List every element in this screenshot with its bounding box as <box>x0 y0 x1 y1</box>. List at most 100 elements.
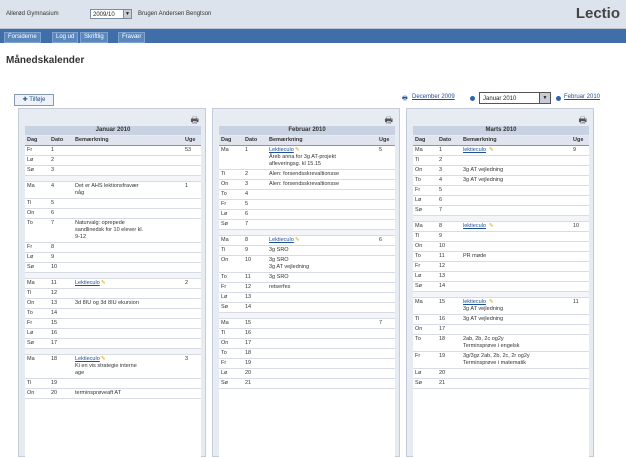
day-cell: Ma <box>415 223 423 229</box>
date-cell: 16 <box>51 330 58 336</box>
note-cell: 3g SRO <box>269 247 289 253</box>
table-row: To 18 2ab, 2b, 2c og2y Terminsprøve i enge… <box>413 335 589 352</box>
date-cell: 20 <box>245 370 252 376</box>
table-header: Dag Dato Bemærkning Uge <box>25 136 201 146</box>
table-row: Lø 16 <box>25 329 201 339</box>
date-cell: 15 <box>439 299 446 305</box>
day-cell: Lø <box>221 370 228 376</box>
date-cell: 19 <box>439 353 446 359</box>
lectio-link[interactable]: lektieculo <box>463 223 486 229</box>
table-row: Fr 19 <box>219 359 395 369</box>
brand-logo: Lectio <box>575 5 620 22</box>
table-row: Lø 6 <box>413 196 589 206</box>
note-icon[interactable]: ✎ <box>489 299 494 305</box>
date-cell: 12 <box>439 263 446 269</box>
table-row: Ma 8 Lektieculo ✎ 6 <box>219 236 395 246</box>
date-cell: 11 <box>245 274 251 280</box>
date-cell: 13 <box>51 300 58 306</box>
table-row: Fr 8 <box>25 243 201 253</box>
column-header-dag: Dag <box>27 137 38 143</box>
lectio-link[interactable]: Lektieculo <box>269 147 294 153</box>
day-cell: Ti <box>27 200 32 206</box>
date-cell: 6 <box>51 210 55 216</box>
day-cell: To <box>221 274 227 280</box>
note-icon[interactable]: ✎ <box>489 223 494 229</box>
date-cell: 10 <box>245 257 252 263</box>
column-header-uge: Uge <box>573 137 584 143</box>
lectio-link[interactable]: lektieculo <box>463 299 486 305</box>
note-icon[interactable]: ✎ <box>101 280 106 286</box>
column-header-uge: Uge <box>185 137 196 143</box>
chevron-down-icon[interactable]: ▼ <box>123 9 132 19</box>
table-row: Sø 10 <box>25 263 201 273</box>
tab-skriftlig[interactable]: Skriftlig <box>80 32 108 43</box>
table-row: Lø 6 <box>219 210 395 220</box>
date-cell: 17 <box>51 340 58 346</box>
table-header: Dag Dato Bemærkning Uge <box>413 136 589 146</box>
prev-month-link[interactable]: December 2009 <box>412 94 455 100</box>
date-cell: 13 <box>245 294 252 300</box>
printer-icon[interactable]: 🖶 <box>402 94 408 104</box>
school-label: Allerød Gymnasium <box>6 11 59 17</box>
next-month-link[interactable]: Februar 2010 <box>564 94 600 100</box>
table-row: Sø 7 <box>219 220 395 230</box>
table-row: Fr 5 <box>413 186 589 196</box>
note-cell: retserfes <box>269 284 291 290</box>
day-cell: Ti <box>27 380 32 386</box>
note-icon[interactable]: ✎ <box>489 147 494 153</box>
table-row: Fr 12 retserfes <box>219 283 395 293</box>
note-cell: Alen: forsendsskrevaltionsse <box>269 181 340 187</box>
date-cell: 5 <box>439 187 443 193</box>
note-cell: 3g AT vejledning <box>463 306 504 312</box>
column-header-bemaerkning: Bemærkning <box>269 137 303 143</box>
chevron-down-icon[interactable]: ▼ <box>539 93 550 103</box>
column-header-dato: Dato <box>245 137 258 143</box>
add-button-label: Tilføje <box>29 97 46 103</box>
week-cell: 6 <box>379 237 383 243</box>
table-row: On 13 3d 8IU og 3d 8IU ekursion <box>25 299 201 309</box>
table-row: Ma 18 Lektieculo ✎ Ki en vis strategie inter… <box>25 355 201 379</box>
date-cell: 1 <box>439 147 443 153</box>
day-cell: Lø <box>415 370 422 376</box>
day-cell: Fr <box>221 360 227 366</box>
lectio-link[interactable]: lektieculo <box>463 147 486 153</box>
date-cell: 3 <box>245 181 249 187</box>
day-cell: Ti <box>221 171 226 177</box>
table-row: Sø 3 <box>25 166 201 176</box>
date-cell: 14 <box>439 283 446 289</box>
date-cell: 10 <box>51 264 58 270</box>
table-row: Ti 19 <box>25 379 201 389</box>
month-select[interactable]: Januar 2010 ▼ <box>479 92 551 104</box>
tab-log-ud[interactable]: Log ud <box>52 32 79 43</box>
day-cell: On <box>221 181 229 187</box>
day-cell: Lø <box>27 157 34 163</box>
day-cell: Fr <box>221 284 227 290</box>
lectio-link[interactable]: Lektieculo <box>269 237 294 243</box>
lectio-link[interactable]: Lektieculo <box>75 280 100 286</box>
date-cell: 17 <box>245 340 252 346</box>
add-button[interactable]: ✚ Tilføje <box>14 94 54 106</box>
table-row: Ti 9 <box>413 232 589 242</box>
date-cell: 5 <box>245 201 249 207</box>
note-icon[interactable]: ✎ <box>295 237 300 243</box>
date-cell: 16 <box>439 316 446 322</box>
date-cell: 9 <box>245 247 249 253</box>
day-cell: Sø <box>27 340 35 346</box>
column-header-bemaerkning: Bemærkning <box>463 137 497 143</box>
day-cell: Fr <box>415 263 421 269</box>
day-cell: On <box>27 300 35 306</box>
lectio-link[interactable]: Lektieculo <box>75 356 100 362</box>
table-row: On 10 <box>413 242 589 252</box>
top-bar: Allerød Gymnasium 2009/10 ▼ Brugen Ander… <box>0 0 626 29</box>
date-cell: 7 <box>439 207 443 213</box>
note-icon[interactable]: ✎ <box>101 356 106 362</box>
note-cell: Ki en vis strategie interne age <box>75 363 137 376</box>
tab-forsiderne[interactable]: Forsiderne <box>4 32 41 43</box>
month-title: Marts 2010 <box>413 126 589 135</box>
tab-fravaer[interactable]: Fravær <box>118 32 146 43</box>
date-cell: 2 <box>245 171 249 177</box>
table-body: Fr 1 53 Lø 2 Sø 3 Ma 4 Det er AHS lektionsfravær … <box>25 146 201 458</box>
day-cell: On <box>415 167 423 173</box>
calendar-month: 🖶 Januar 2010 Dag Dato Bemærkning Uge Fr 1 53 Lø 2… <box>18 108 206 458</box>
note-icon[interactable]: ✎ <box>295 147 300 153</box>
